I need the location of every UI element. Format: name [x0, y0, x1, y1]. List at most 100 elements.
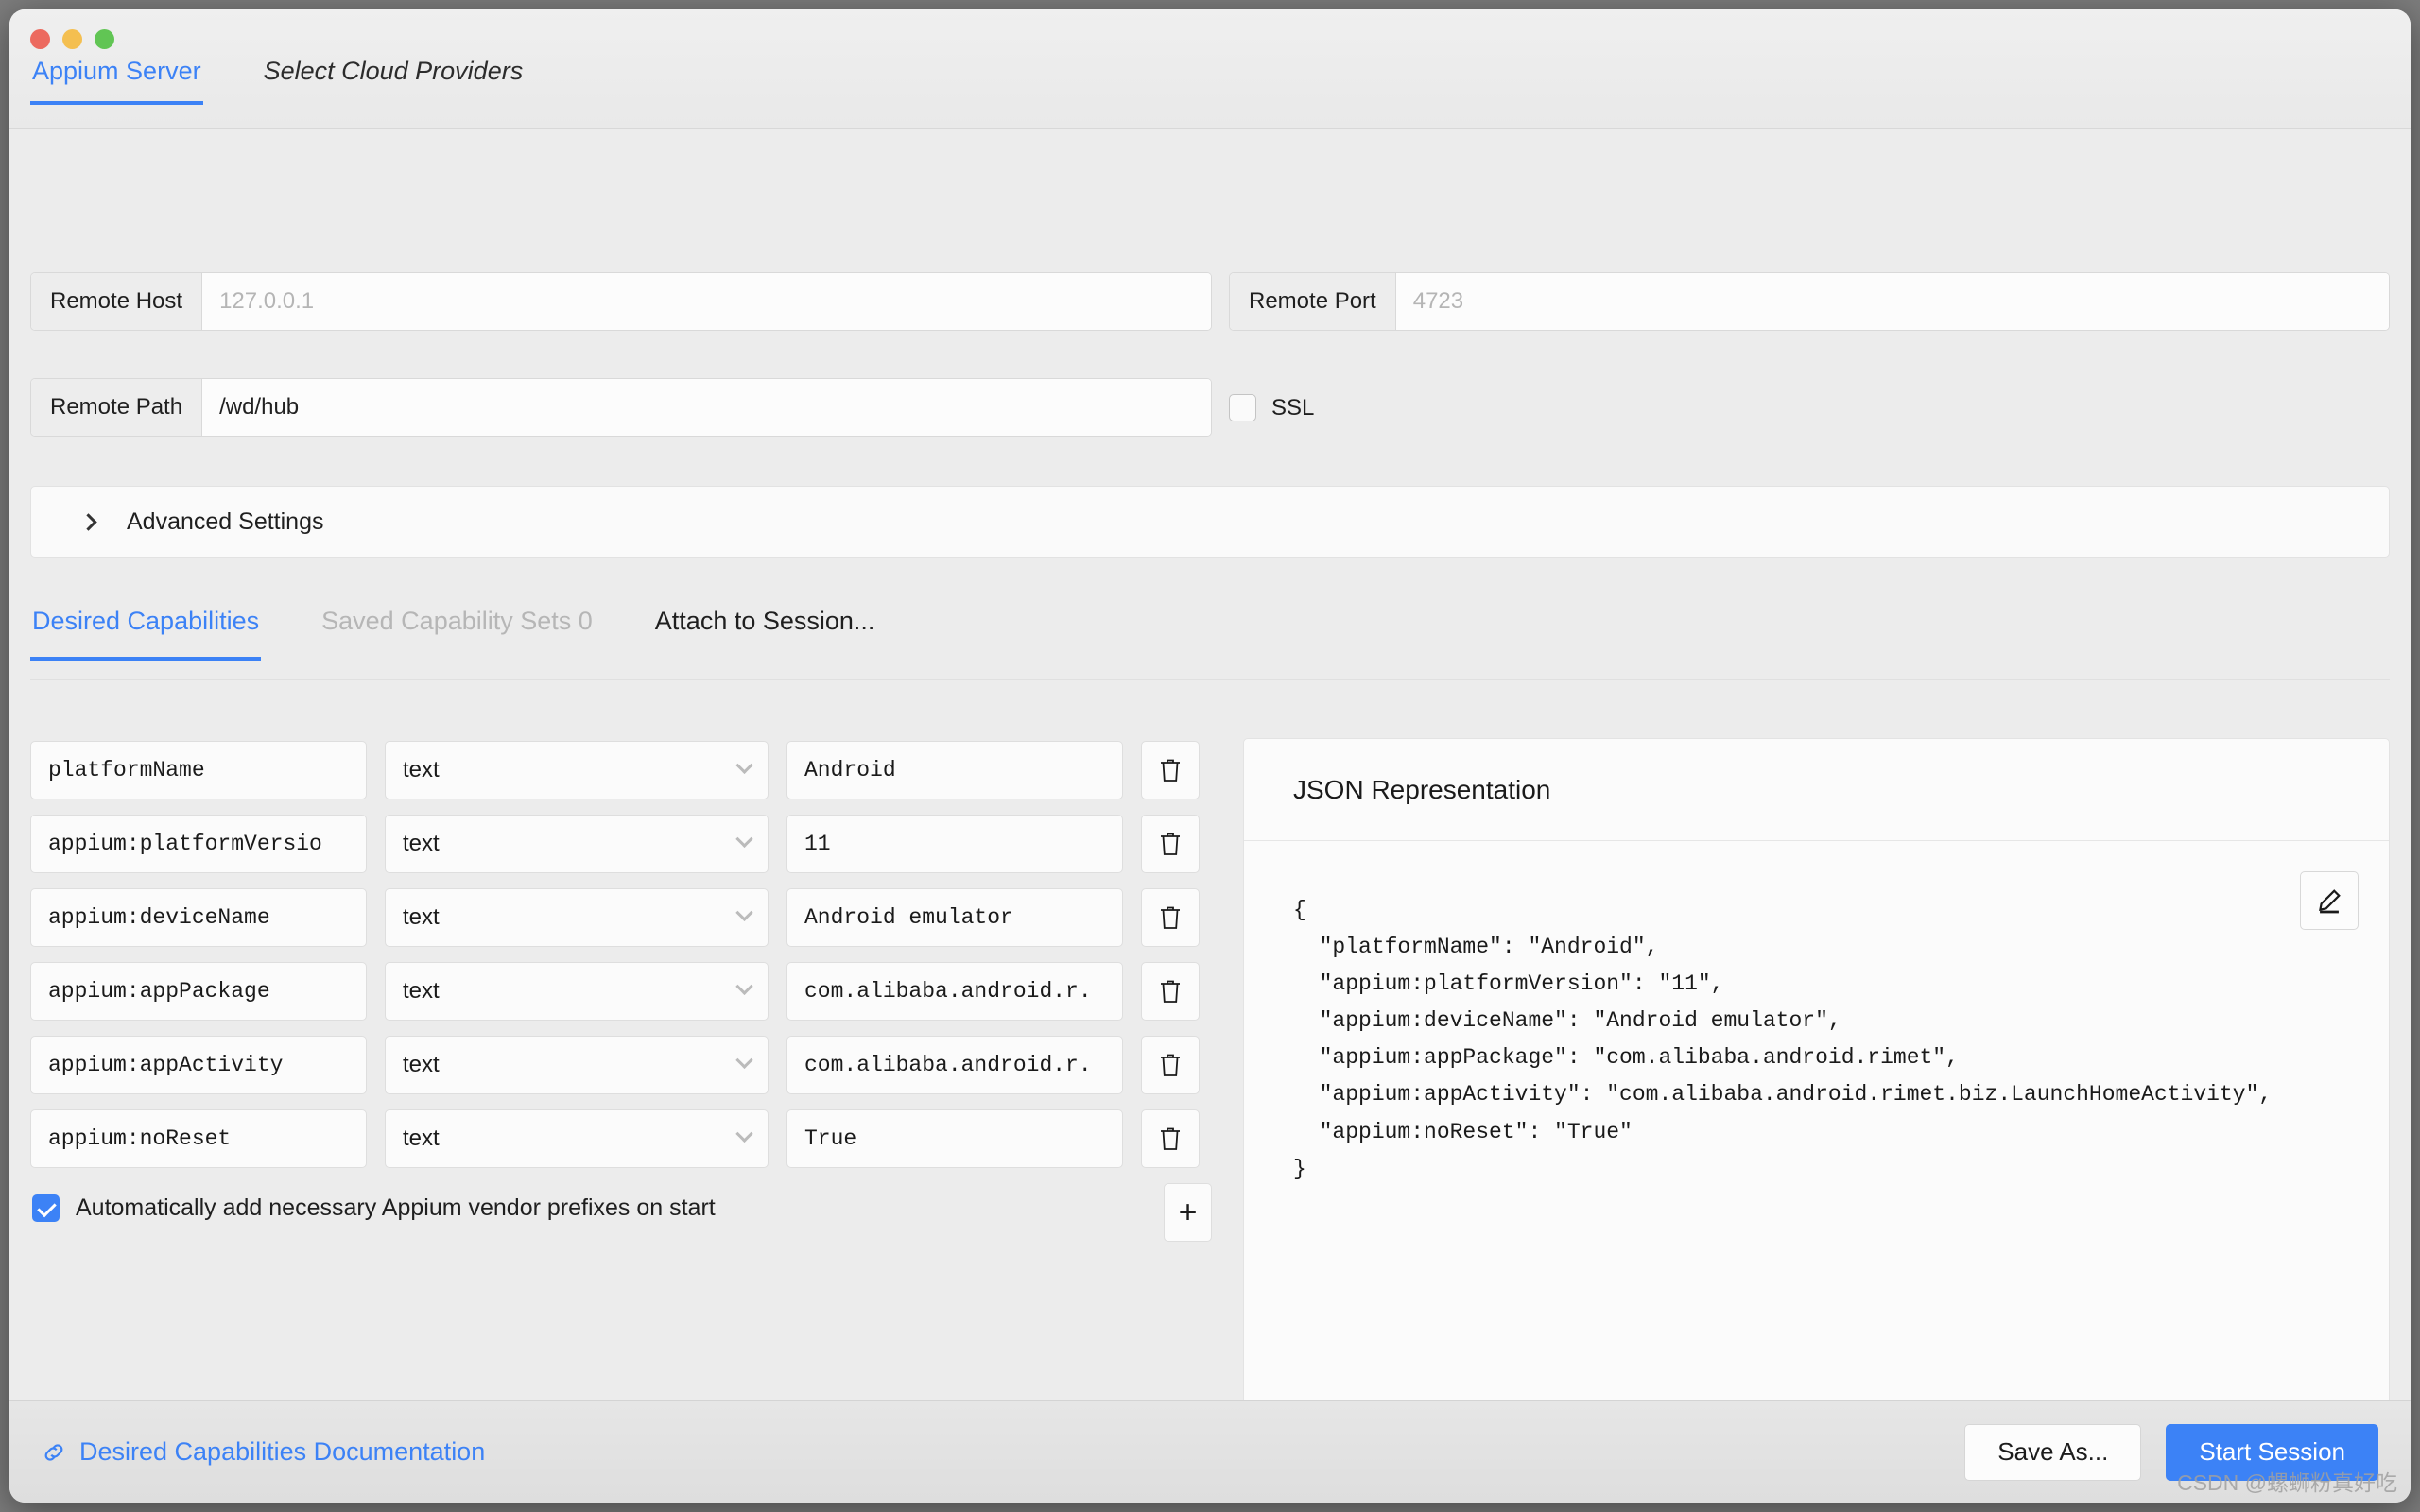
table-row: appium:platformVersio text 11: [30, 815, 1212, 873]
footer-actions: Save As... Start Session: [1964, 1423, 2378, 1481]
ssl-row: SSL: [1229, 394, 1314, 421]
close-window-button[interactable]: [30, 29, 50, 49]
main-content: Remote Host 127.0.0.1 Remote Port 4723 R…: [9, 129, 2411, 1400]
capability-name-input[interactable]: appium:noReset: [30, 1109, 367, 1168]
auto-prefix-row: Automatically add necessary Appium vendo…: [32, 1194, 716, 1222]
advanced-settings-toggle[interactable]: Advanced Settings: [30, 486, 2390, 558]
table-row: appium:appActivity text com.alibaba.andr…: [30, 1036, 1212, 1094]
top-tab-select-cloud-providers[interactable]: Select Cloud Providers: [262, 55, 526, 101]
remote-port-label: Remote Port: [1230, 273, 1396, 330]
table-row: appium:deviceName text Android emulator: [30, 888, 1212, 947]
remote-path-group[interactable]: Remote Path /wd/hub: [30, 378, 1212, 437]
capability-type-select[interactable]: text: [385, 1109, 769, 1168]
titlebar: Appium Server Select Cloud Providers: [9, 9, 2411, 129]
capability-type-value: text: [403, 831, 440, 856]
tab-attach-to-session[interactable]: Attach to Session...: [653, 599, 877, 657]
chevron-down-icon: [735, 756, 753, 774]
capability-type-value: text: [403, 978, 440, 1004]
table-row: appium:noReset text True: [30, 1109, 1212, 1168]
capability-value-input[interactable]: 11: [786, 815, 1123, 873]
plus-icon: +: [1178, 1194, 1198, 1230]
delete-capability-button[interactable]: [1141, 962, 1200, 1021]
trash-icon: [1161, 906, 1180, 929]
link-icon: [44, 1443, 63, 1461]
delete-capability-button[interactable]: [1141, 888, 1200, 947]
chevron-down-icon: [735, 977, 753, 995]
remote-host-group[interactable]: Remote Host 127.0.0.1: [30, 272, 1212, 331]
minimize-window-button[interactable]: [62, 29, 82, 49]
remote-path-label: Remote Path: [31, 379, 203, 436]
zoom-window-button[interactable]: [95, 29, 114, 49]
chevron-down-icon: [735, 1125, 753, 1143]
remote-host-input[interactable]: 127.0.0.1: [202, 273, 1211, 330]
trash-icon: [1161, 1054, 1180, 1076]
delete-capability-button[interactable]: [1141, 1109, 1200, 1168]
advanced-settings-label: Advanced Settings: [127, 507, 324, 535]
desired-capabilities-documentation-link[interactable]: Desired Capabilities Documentation: [42, 1437, 485, 1467]
save-as-button[interactable]: Save As...: [1964, 1423, 2142, 1481]
delete-capability-button[interactable]: [1141, 1036, 1200, 1094]
top-tab-bar: Appium Server Select Cloud Providers: [30, 55, 525, 105]
remote-port-input[interactable]: 4723: [1395, 273, 2389, 330]
delete-capability-button[interactable]: [1141, 741, 1200, 799]
capability-name-input[interactable]: appium:appActivity: [30, 1036, 367, 1094]
edit-json-button[interactable]: [2300, 871, 2359, 930]
capability-value-input[interactable]: Android emulator: [786, 888, 1123, 947]
table-row: appium:appPackage text com.alibaba.andro…: [30, 962, 1212, 1021]
doc-link-label: Desired Capabilities Documentation: [79, 1437, 486, 1466]
trash-icon: [1161, 833, 1180, 855]
window-controls: [30, 29, 114, 49]
tab-saved-capability-sets[interactable]: Saved Capability Sets 0: [320, 599, 595, 657]
capability-type-select[interactable]: text: [385, 741, 769, 799]
chevron-right-icon: [79, 512, 97, 531]
top-tab-appium-server[interactable]: Appium Server: [30, 55, 203, 105]
capability-type-value: text: [403, 1052, 440, 1077]
trash-icon: [1161, 1127, 1180, 1150]
capability-tab-bar: Desired Capabilities Saved Capability Se…: [30, 599, 2390, 680]
capability-type-value: text: [403, 1125, 440, 1151]
capability-name-input[interactable]: appium:appPackage: [30, 962, 367, 1021]
json-representation-panel: JSON Representation { "platformName": "A…: [1243, 738, 2390, 1400]
ssl-label: SSL: [1271, 394, 1315, 421]
pencil-icon: [2319, 889, 2341, 914]
capability-value-input[interactable]: com.alibaba.android.r.: [786, 962, 1123, 1021]
app-window: Appium Server Select Cloud Providers Rem…: [9, 9, 2411, 1503]
add-capability-row: +: [1164, 1183, 1212, 1242]
table-row: platformName text Android: [30, 741, 1212, 799]
trash-icon: [1161, 759, 1180, 782]
trash-icon: [1161, 980, 1180, 1003]
capability-type-select[interactable]: text: [385, 1036, 769, 1094]
capability-type-value: text: [403, 904, 440, 930]
capability-value-input[interactable]: True: [786, 1109, 1123, 1168]
tab-desired-capabilities[interactable]: Desired Capabilities: [30, 599, 262, 661]
capability-type-select[interactable]: text: [385, 962, 769, 1021]
chevron-down-icon: [735, 1051, 753, 1069]
capability-type-select[interactable]: text: [385, 815, 769, 873]
json-panel-title: JSON Representation: [1244, 739, 2389, 841]
auto-prefix-label: Automatically add necessary Appium vendo…: [76, 1194, 716, 1221]
remote-path-row: Remote Path /wd/hub: [30, 378, 1212, 437]
json-code-block: { "platformName": "Android", "appium:pla…: [1293, 898, 2273, 1181]
footer-bar: Desired Capabilities Documentation Save …: [9, 1400, 2411, 1503]
remote-port-row: Remote Port 4723: [1229, 272, 2390, 331]
remote-host-row: Remote Host 127.0.0.1: [30, 272, 1212, 331]
remote-path-input[interactable]: /wd/hub: [202, 379, 1211, 436]
start-session-button[interactable]: Start Session: [2166, 1423, 2378, 1481]
chevron-down-icon: [735, 830, 753, 848]
capability-list: platformName text Android appium:platfor…: [30, 741, 1212, 1257]
delete-capability-button[interactable]: [1141, 815, 1200, 873]
capability-type-select[interactable]: text: [385, 888, 769, 947]
chevron-down-icon: [735, 903, 753, 921]
ssl-checkbox[interactable]: [1229, 394, 1256, 421]
remote-host-label: Remote Host: [31, 273, 203, 330]
json-panel-body: { "platformName": "Android", "appium:pla…: [1244, 841, 2389, 1400]
capability-type-value: text: [403, 757, 440, 782]
capability-value-input[interactable]: Android: [786, 741, 1123, 799]
auto-prefix-checkbox[interactable]: [32, 1194, 60, 1222]
capability-name-input[interactable]: platformName: [30, 741, 367, 799]
capability-name-input[interactable]: appium:platformVersio: [30, 815, 367, 873]
capability-value-input[interactable]: com.alibaba.android.r.: [786, 1036, 1123, 1094]
add-capability-button[interactable]: +: [1164, 1183, 1212, 1242]
remote-port-group[interactable]: Remote Port 4723: [1229, 272, 2390, 331]
capability-name-input[interactable]: appium:deviceName: [30, 888, 367, 947]
